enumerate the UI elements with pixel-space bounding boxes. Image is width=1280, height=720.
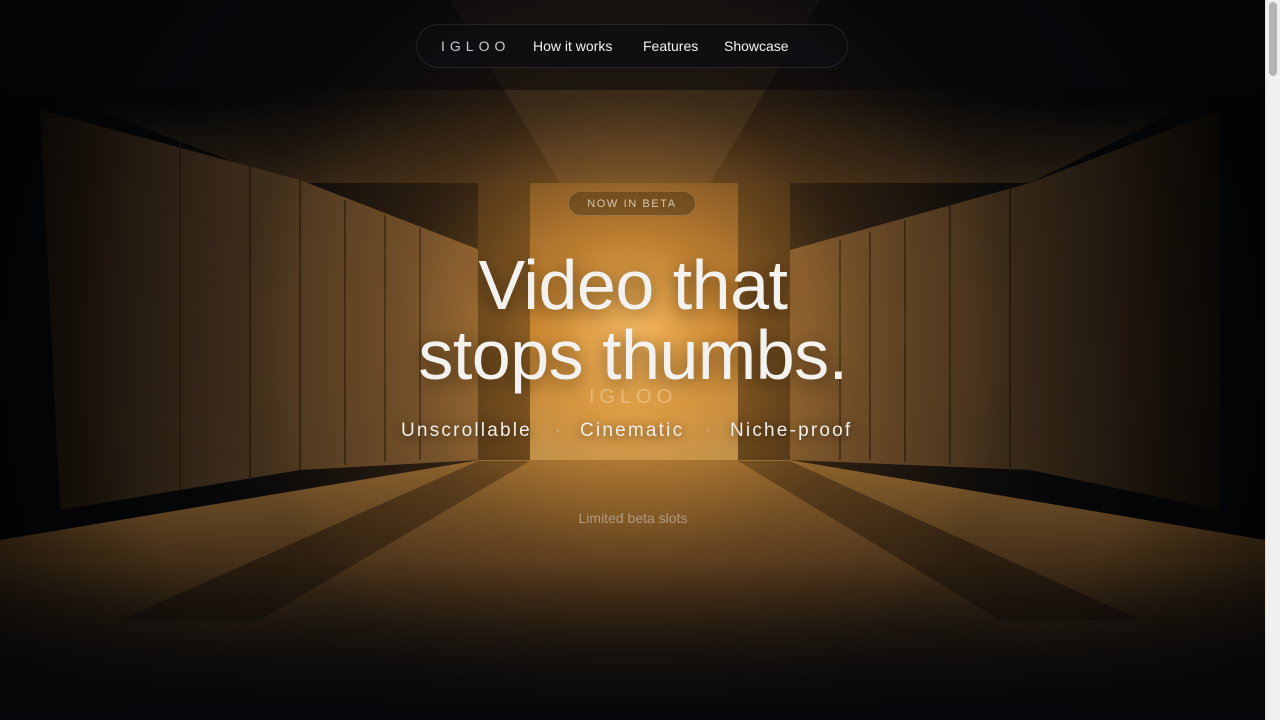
tagline-separator: · [705, 420, 713, 439]
limited-slots-note: Limited beta slots [578, 510, 688, 526]
page-scrollbar[interactable] [1265, 0, 1280, 720]
tagline-separator: · [555, 420, 563, 439]
hero-headline: Video that stops thumbs. [330, 250, 936, 390]
headline-line-1: Video that [478, 246, 788, 324]
brand-logo[interactable]: IGLOO [441, 38, 510, 54]
tagline-cinematic: Cinematic [580, 420, 685, 441]
page: IGLOO How it works Features Showcase NOW… [0, 0, 1265, 720]
nav-link-showcase[interactable]: Showcase [724, 38, 789, 54]
beta-badge: NOW IN BETA [568, 191, 696, 216]
nav-link-how-it-works[interactable]: How it works [533, 38, 612, 54]
tagline-unscrollable: Unscrollable [401, 420, 532, 441]
watermark-logo: IGLOO [588, 386, 678, 408]
tagline-niche-proof: Niche-proof [730, 420, 853, 441]
scrollbar-thumb[interactable] [1269, 2, 1277, 76]
top-nav: IGLOO How it works Features Showcase [416, 24, 848, 68]
headline-line-2: stops thumbs. [418, 316, 848, 394]
taglines: Unscrollable · Cinematic · Niche-proof [380, 418, 886, 444]
nav-link-features[interactable]: Features [643, 38, 698, 54]
